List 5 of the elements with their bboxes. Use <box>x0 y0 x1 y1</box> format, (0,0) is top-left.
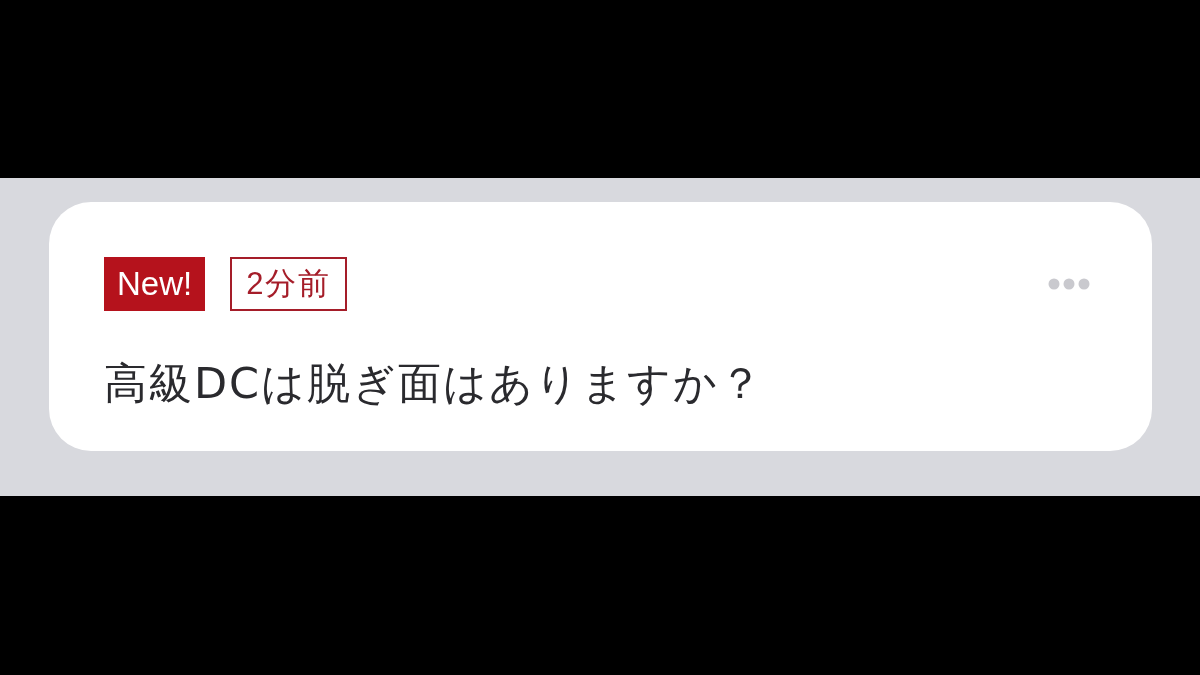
question-text: 高級DCは脱ぎ面はありますか？ <box>104 357 765 409</box>
notification-card[interactable]: New! 2分前 高級DCは脱ぎ面はありますか？ <box>49 202 1152 451</box>
new-badge: New! <box>104 257 206 311</box>
time-badge: 2分前 <box>230 257 348 311</box>
more-icon[interactable] <box>1048 278 1090 290</box>
